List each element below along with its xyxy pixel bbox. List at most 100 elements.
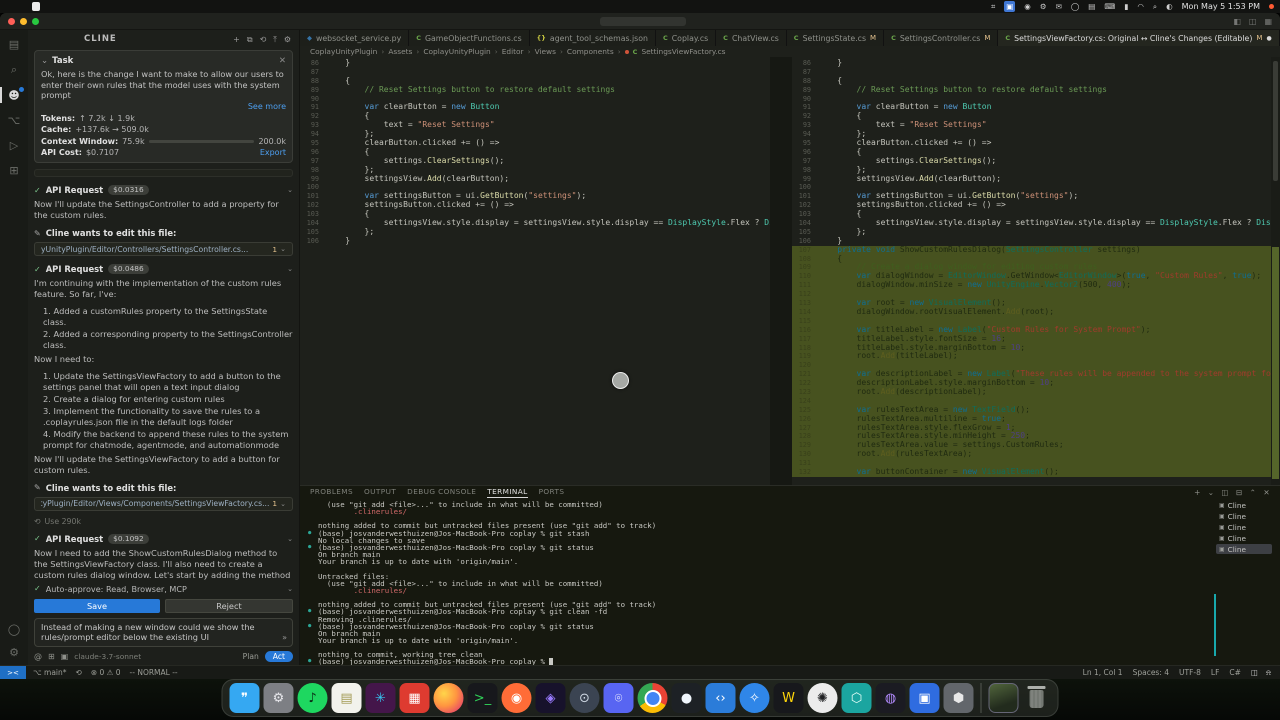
dock-item-window-thumbnail[interactable] (989, 683, 1019, 713)
file-chip[interactable]: ...yUnityPlugin/Editor/Controllers/Setti… (34, 242, 293, 256)
overview-ruler[interactable] (1271, 57, 1280, 485)
status-right-items[interactable]: Ln 1, Col 1Spaces: 4UTF-8LFC# (1083, 668, 1241, 678)
layout-icon[interactable]: ◫ (1251, 667, 1258, 678)
dock-item-postman[interactable]: ◉ (502, 683, 532, 713)
remote-indicator[interactable]: >< (0, 666, 26, 679)
chevron-down-icon[interactable]: ⌄ (287, 186, 293, 194)
see-more-link[interactable]: See more (41, 102, 286, 111)
chevron-down-icon[interactable]: ⌄ (280, 245, 286, 253)
close-panel-icon[interactable]: ✕ (1263, 487, 1270, 498)
editor-tab[interactable]: CGameObjectFunctions.cs (409, 30, 529, 46)
status-right-icons[interactable]: ◫⍾ (1251, 667, 1271, 678)
chevron-down-icon[interactable]: ⌄ (287, 265, 293, 273)
sync-icon[interactable]: ⟲ (76, 668, 82, 677)
bell-icon[interactable]: ⍾ (1266, 667, 1271, 678)
dock-item-terminal[interactable]: >_ (468, 683, 498, 713)
api-request-row[interactable]: ✓ API Request $0.1092 ⌄ (34, 534, 293, 544)
new-task-icon[interactable]: + (233, 34, 240, 45)
api-request-row[interactable]: ✓ API Request $0.0486 ⌄ (34, 264, 293, 274)
run-debug-icon[interactable]: ▷ (0, 139, 28, 152)
dock-item-chatgpt[interactable]: ✺ (808, 683, 838, 713)
act-toggle[interactable]: Act (265, 651, 293, 662)
dock-item-edge[interactable]: ▣ (910, 683, 940, 713)
editor-tab[interactable]: CChatView.cs (716, 30, 787, 46)
settings-gear-icon[interactable]: ⚙ (0, 646, 28, 659)
scrollbar-thumb[interactable] (1273, 61, 1278, 181)
screen-recording-icon[interactable]: ▣ (1004, 1, 1015, 12)
auto-approve-row[interactable]: ✓ Auto-approve: Read, Browser, MCP ⌄ (34, 584, 293, 594)
task-card[interactable]: ⌄ Task ✕ Ok, here is the change I want t… (34, 50, 293, 163)
terminal-output[interactable]: (use "git add <file>..." to include in w… (318, 501, 1160, 663)
dock-item-github-desktop[interactable]: ● (672, 683, 702, 713)
customize-layout-icon[interactable]: ▦ (1264, 17, 1272, 26)
model-selector[interactable]: claude-3.7-sonnet (74, 652, 141, 661)
window-titlebar[interactable]: ◧◫▦ (0, 13, 1280, 30)
problems-item[interactable]: ⊗ 0 ⚠ 0 (91, 668, 121, 677)
window-icon[interactable]: ▤ (1088, 1, 1095, 12)
breadcrumb-item[interactable]: Views (535, 47, 556, 56)
close-task-icon[interactable]: ✕ (279, 56, 286, 66)
active-app-menu-icon[interactable] (32, 2, 40, 11)
file-chip[interactable]: ...UnityPlugin/Editor/Views/Components/S… (34, 497, 293, 511)
editor-tab[interactable]: CSettingsController.csM (884, 30, 998, 46)
dock-item-firefox[interactable] (434, 683, 464, 713)
history-icon[interactable]: ⟲ (260, 34, 267, 45)
cline-robot-icon[interactable]: ☻ (0, 89, 28, 102)
mail-icon[interactable]: ✉ (1056, 1, 1062, 12)
dirty-indicator[interactable]: ● (1266, 35, 1271, 42)
checkbox-icon[interactable]: ✓ (34, 584, 41, 593)
export-icon[interactable]: ⤒ (273, 34, 277, 45)
keyboard-icon[interactable]: ⌨ (1104, 1, 1115, 12)
diff-editor[interactable]: 86 }8788 {89 // Reset Settings button to… (300, 57, 1280, 485)
send-icon[interactable]: » (282, 633, 287, 643)
breadcrumb-item[interactable]: CoplayUnityPlugin (310, 47, 377, 56)
diff-modified-pane[interactable]: 86 }8788 {89 // Reset Settings button to… (792, 57, 1271, 485)
terminal-session[interactable]: ▣Cline (1216, 500, 1272, 510)
kill-terminal-icon[interactable]: ⊟ (1236, 487, 1243, 498)
account-icon[interactable]: ◯ (0, 623, 28, 636)
minimize-window-button[interactable] (20, 18, 27, 25)
terminal-session[interactable]: ▣Cline (1216, 511, 1272, 521)
titlebar-layout-icons[interactable]: ◧◫▦ (1233, 17, 1272, 26)
editor-tab[interactable]: CSettingsViewFactory.cs: Original ↔ Clin… (998, 30, 1279, 46)
terminal-session[interactable]: ▣Cline (1216, 522, 1272, 532)
panel-tab-output[interactable]: OUTPUT (364, 487, 396, 498)
dock-item-safari[interactable]: ✧ (740, 683, 770, 713)
editor-tab[interactable]: CSettingsState.csM (787, 30, 884, 46)
dock-item-utility-cube[interactable]: ⬢ (944, 683, 974, 713)
terminal-dropdown-icon[interactable]: ⌄ (1208, 487, 1215, 498)
breadcrumb-item[interactable]: SettingsViewFactory.cs (641, 47, 725, 56)
dock-item-chrome[interactable] (638, 683, 668, 713)
control-center-icon[interactable]: ◐ (1166, 1, 1173, 12)
dock-item-spotify[interactable]: ♪ (298, 683, 328, 713)
save-button[interactable]: Save (34, 599, 160, 613)
dock-item-slack[interactable]: ✳ (366, 683, 396, 713)
git-branch-item[interactable]: ⌥ main* (33, 668, 67, 677)
dock-item-arc[interactable]: ◍ (876, 683, 906, 713)
image-icon[interactable]: ▣ (61, 651, 69, 662)
dock-item-vscode[interactable]: ‹› (706, 683, 736, 713)
panel-tab-debug-console[interactable]: DEBUG CONSOLE (407, 487, 476, 498)
toggle-panel-icon[interactable]: ◫ (1249, 17, 1257, 26)
breadcrumb-item[interactable]: Assets (388, 47, 412, 56)
zoom-window-button[interactable] (32, 18, 39, 25)
focus-icon[interactable]: ◯ (1071, 1, 1079, 12)
dock-item-messages[interactable]: ❞ (230, 683, 260, 713)
search-icon[interactable]: ⌕ (0, 63, 28, 77)
dock-item-unity-hub[interactable]: ⬡ (842, 683, 872, 713)
export-link[interactable]: Export (260, 148, 286, 157)
battery-icon[interactable]: ▮ (1124, 1, 1128, 12)
chevron-down-icon[interactable]: ⌄ (41, 56, 48, 66)
chat-input[interactable]: Instead of making a new window could we … (34, 618, 293, 647)
editor-tab[interactable]: {}agent_tool_schemas.json (530, 30, 656, 46)
diff-original-pane[interactable]: 86 }8788 {89 // Reset Settings button to… (300, 57, 770, 485)
dock-item-red-tiles-app[interactable]: ▦ (400, 683, 430, 713)
maximize-panel-icon[interactable]: ⌃ (1250, 487, 1257, 498)
breadcrumb-item[interactable]: Components (567, 47, 614, 56)
editor-tab[interactable]: CCoplay.cs (656, 30, 716, 46)
dock-item-steam[interactable]: ⊙ (570, 683, 600, 713)
chevron-down-icon[interactable]: ⌄ (287, 585, 293, 593)
api-request-row[interactable]: ✓ API Request $0.0316 ⌄ (34, 185, 293, 195)
extensions-icon[interactable]: ⊞ (0, 164, 28, 177)
menu-clock[interactable]: Mon May 5 1:53 PM (1182, 2, 1260, 11)
